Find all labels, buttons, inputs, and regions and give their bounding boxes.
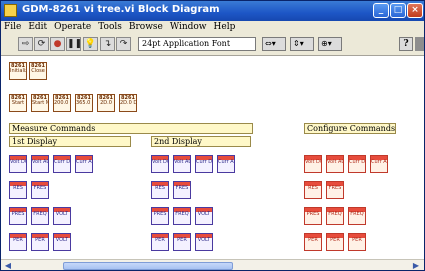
- close-button[interactable]: ×: [407, 3, 423, 18]
- configure-node[interactable]: Volt AC: [326, 155, 344, 173]
- menu-operate[interactable]: Operate: [51, 21, 95, 34]
- font-selector[interactable]: 24pt Application Font: [138, 37, 256, 51]
- measure-node[interactable]: Volt DC: [151, 155, 169, 173]
- measure-node[interactable]: PRES: [151, 207, 169, 225]
- start-m-node[interactable]: 8261Start M.: [31, 94, 49, 112]
- measure-commands-label: Measure Commands: [9, 123, 253, 134]
- measure-node[interactable]: VOLT: [53, 233, 71, 251]
- configure-node[interactable]: Curr DC: [348, 155, 366, 173]
- reorder-dropdown[interactable]: ⊕▾: [318, 37, 342, 51]
- measure-node[interactable]: Curr AC: [75, 155, 93, 173]
- context-help-icon: [415, 37, 424, 51]
- highlight-execution-button[interactable]: 💡: [83, 37, 98, 51]
- abort-button[interactable]: ●: [50, 37, 65, 51]
- configure-node[interactable]: Volt DC: [304, 155, 322, 173]
- configure-node[interactable]: FREQ: [326, 207, 344, 225]
- help-button[interactable]: ?: [399, 37, 413, 51]
- measure-node[interactable]: PRES: [9, 207, 27, 225]
- measure-node[interactable]: RES: [151, 181, 169, 199]
- measure-node[interactable]: Curr DC: [53, 155, 71, 173]
- func-node-3[interactable]: 8261200.0 WINK: [53, 94, 71, 112]
- measure-node[interactable]: PER: [151, 233, 169, 251]
- menu-window[interactable]: Window: [167, 21, 211, 34]
- run-continuous-button[interactable]: ⟳: [34, 37, 49, 51]
- menu-edit[interactable]: Edit: [25, 21, 51, 34]
- measure-node[interactable]: FRES: [31, 181, 49, 199]
- close-icon: ×: [411, 5, 419, 15]
- minimize-button[interactable]: _: [373, 3, 389, 18]
- initialize-node[interactable]: 8261Initialize: [9, 62, 27, 80]
- maximize-button[interactable]: □: [390, 3, 406, 18]
- measure-node[interactable]: VOLT: [195, 207, 213, 225]
- measure-node[interactable]: Curr DC: [195, 155, 213, 173]
- second-display-label: 2nd Display: [151, 136, 251, 147]
- func-node-4[interactable]: 8261365.0 WINK: [75, 94, 93, 112]
- menu-bar: File Edit Operate Tools Browse Window Help: [1, 21, 424, 34]
- horizontal-scrollbar[interactable]: ◀ ▶: [1, 259, 424, 270]
- configure-node[interactable]: Curr AC: [370, 155, 388, 173]
- configure-node[interactable]: PRES: [304, 207, 322, 225]
- measure-node[interactable]: PER: [9, 233, 27, 251]
- measure-node[interactable]: VOLT: [195, 233, 213, 251]
- measure-node[interactable]: PER: [31, 233, 49, 251]
- configure-node[interactable]: FREQ: [348, 207, 366, 225]
- configure-node[interactable]: PER: [326, 233, 344, 251]
- scroll-left-icon[interactable]: ◀: [3, 261, 13, 270]
- application-window: GDM-8261 vi tree.vi Block Diagram _ □ × …: [0, 0, 425, 271]
- start-node[interactable]: 8261 Start: [9, 94, 27, 112]
- menu-tools[interactable]: Tools: [95, 21, 126, 34]
- measure-node[interactable]: VOLT: [53, 207, 71, 225]
- configure-commands-label: Configure Commands: [304, 123, 396, 134]
- measure-node[interactable]: Volt DC: [9, 155, 27, 173]
- minimize-icon: _: [378, 5, 384, 15]
- toolbar: ⇨ ⟳ ● ❚❚ 💡 ↴ ↷ 24pt Application Font ⇔▾ …: [1, 34, 424, 56]
- maximize-icon: □: [393, 5, 403, 15]
- configure-node[interactable]: FRES: [326, 181, 344, 199]
- window-title: GDM-8261 vi tree.vi Block Diagram: [22, 4, 220, 15]
- first-display-label: 1st Display: [9, 136, 131, 147]
- func-node-5[interactable]: 8261 2D.0: [97, 94, 115, 112]
- measure-node[interactable]: Volt AC: [31, 155, 49, 173]
- app-icon: [4, 4, 17, 17]
- run-button[interactable]: ⇨: [18, 37, 33, 51]
- measure-node[interactable]: PER: [173, 233, 191, 251]
- configure-node[interactable]: RES: [304, 181, 322, 199]
- measure-node[interactable]: Volt AC: [173, 155, 191, 173]
- step-into-button[interactable]: ↴: [100, 37, 115, 51]
- title-bar: GDM-8261 vi tree.vi Block Diagram _ □ ×: [1, 1, 424, 21]
- measure-node[interactable]: Curr AC: [217, 155, 235, 173]
- pause-button[interactable]: ❚❚: [66, 37, 82, 51]
- align-objects-dropdown[interactable]: ⇔▾: [262, 37, 286, 51]
- block-diagram-canvas[interactable]: 8261Initialize 8261Close 8261Start 8261S…: [1, 56, 424, 259]
- measure-node[interactable]: FRES: [173, 181, 191, 199]
- menu-file[interactable]: File: [1, 21, 25, 34]
- close-node[interactable]: 8261 Close: [29, 62, 47, 80]
- configure-node[interactable]: PER: [304, 233, 322, 251]
- menu-browse[interactable]: Browse: [126, 21, 167, 34]
- menu-help[interactable]: Help: [211, 21, 240, 34]
- scroll-right-icon[interactable]: ▶: [411, 261, 421, 270]
- distribute-objects-dropdown[interactable]: ⇕▾: [290, 37, 314, 51]
- measure-node[interactable]: FREQ: [173, 207, 191, 225]
- configure-node[interactable]: PER: [348, 233, 366, 251]
- step-over-button[interactable]: ↷: [116, 37, 131, 51]
- scroll-thumb[interactable]: [63, 262, 233, 270]
- measure-node[interactable]: RES: [9, 181, 27, 199]
- measure-node[interactable]: FREQ: [31, 207, 49, 225]
- func-node-6[interactable]: 82612D.0 DCDF: [119, 94, 137, 112]
